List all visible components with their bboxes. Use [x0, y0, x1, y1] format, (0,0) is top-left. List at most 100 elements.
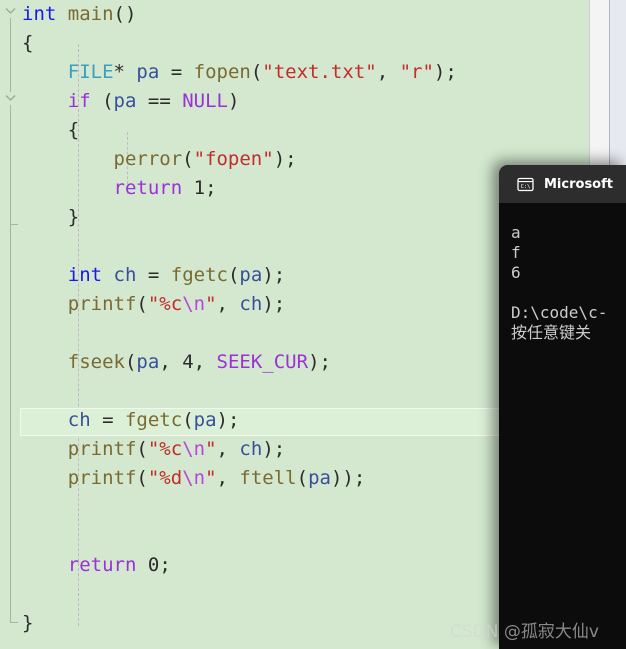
code-token: pa: [136, 61, 160, 83]
code-token: (: [124, 351, 137, 373]
code-token: "%d: [147, 467, 183, 489]
console-titlebar[interactable]: C:\ Microsoft: [499, 165, 626, 203]
code-token: pa: [113, 90, 137, 112]
code-token: {: [22, 32, 34, 54]
svg-text:C:\: C:\: [521, 184, 531, 190]
code-token: printf: [67, 467, 137, 489]
code-token: fgetc: [170, 264, 228, 286]
code-token: ": [205, 438, 217, 460]
code-token: ,: [216, 467, 240, 489]
code-token: );: [433, 61, 457, 83]
code-token: printf: [67, 293, 137, 315]
code-token: return: [67, 554, 137, 576]
code-token: (: [296, 467, 309, 489]
code-token: =: [159, 61, 194, 83]
code-token: =: [136, 264, 171, 286]
code-token: );: [262, 264, 286, 286]
console-output[interactable]: a f 6 D:\code\c- 按任意键关: [499, 203, 626, 649]
code-token: ,: [216, 438, 240, 460]
code-token: return: [113, 177, 183, 199]
code-token: fgetc: [124, 409, 183, 431]
code-token: );: [262, 293, 286, 315]
code-token: ch: [239, 438, 263, 460]
console-output-line: f: [511, 243, 521, 262]
code-token: ==: [136, 90, 183, 112]
code-token: ,: [376, 61, 400, 83]
code-token: NULL: [182, 90, 228, 112]
code-token: }: [22, 612, 34, 634]
code-token: ,: [193, 351, 217, 373]
console-output-line: D:\code\c-: [511, 303, 608, 322]
code-token: if: [67, 90, 91, 112]
code-token: );: [262, 438, 286, 460]
code-token: "%c: [147, 438, 183, 460]
code-token: (: [136, 438, 148, 460]
code-token: (: [90, 90, 114, 112]
code-token: (: [182, 409, 194, 431]
code-token: FILE: [67, 61, 114, 83]
code-token: pa: [193, 409, 217, 431]
code-line[interactable]: FILE* pa = fopen("text.txt", "r");: [0, 58, 626, 87]
code-token: \n: [182, 467, 206, 489]
code-token: ,: [216, 293, 240, 315]
code-token: int: [22, 3, 57, 25]
code-token: "%c: [147, 293, 183, 315]
code-token: =: [90, 409, 125, 431]
code-line[interactable]: {: [0, 116, 626, 145]
code-token: \n: [182, 438, 206, 460]
code-token: );: [308, 351, 331, 373]
code-token: (: [182, 148, 194, 170]
code-token: \n: [182, 293, 206, 315]
code-line[interactable]: if (pa == NULL): [0, 87, 626, 116]
code-token: "fopen": [193, 148, 274, 170]
code-token: 4: [182, 351, 194, 373]
code-token: }: [22, 206, 80, 228]
code-token: fseek: [67, 351, 125, 373]
code-token: );: [216, 409, 240, 431]
code-line[interactable]: int main(): [0, 0, 626, 29]
code-token: (: [227, 264, 240, 286]
code-token: perror: [113, 148, 183, 170]
code-token: (: [136, 293, 148, 315]
code-token: );: [273, 148, 297, 170]
code-line[interactable]: {: [0, 29, 626, 58]
code-token: ));: [330, 467, 366, 489]
console-output-line: 按任意键关: [511, 323, 592, 342]
code-token: ,: [159, 351, 183, 373]
command-prompt-icon: C:\: [517, 176, 534, 193]
code-token: (): [113, 3, 137, 25]
code-token: (: [136, 467, 148, 489]
code-token: ): [227, 90, 240, 112]
code-token: ftell: [239, 467, 297, 489]
code-token: printf: [67, 438, 137, 460]
code-token: *: [113, 61, 137, 83]
console-window[interactable]: C:\ Microsoft a f 6 D:\code\c- 按任意键关: [499, 165, 626, 649]
console-title-text: Microsoft: [544, 176, 613, 192]
code-token: int: [67, 264, 103, 286]
code-token: (: [250, 61, 263, 83]
code-token: pa: [136, 351, 160, 373]
code-token: 0: [147, 554, 160, 576]
code-token: main: [67, 3, 114, 25]
code-token: ch: [67, 409, 91, 431]
code-token: SEEK_CUR: [216, 351, 309, 373]
console-output-line: 6: [511, 263, 521, 282]
code-token: ;: [159, 554, 171, 576]
code-token: "r": [399, 61, 434, 83]
code-token: ;: [205, 177, 217, 199]
